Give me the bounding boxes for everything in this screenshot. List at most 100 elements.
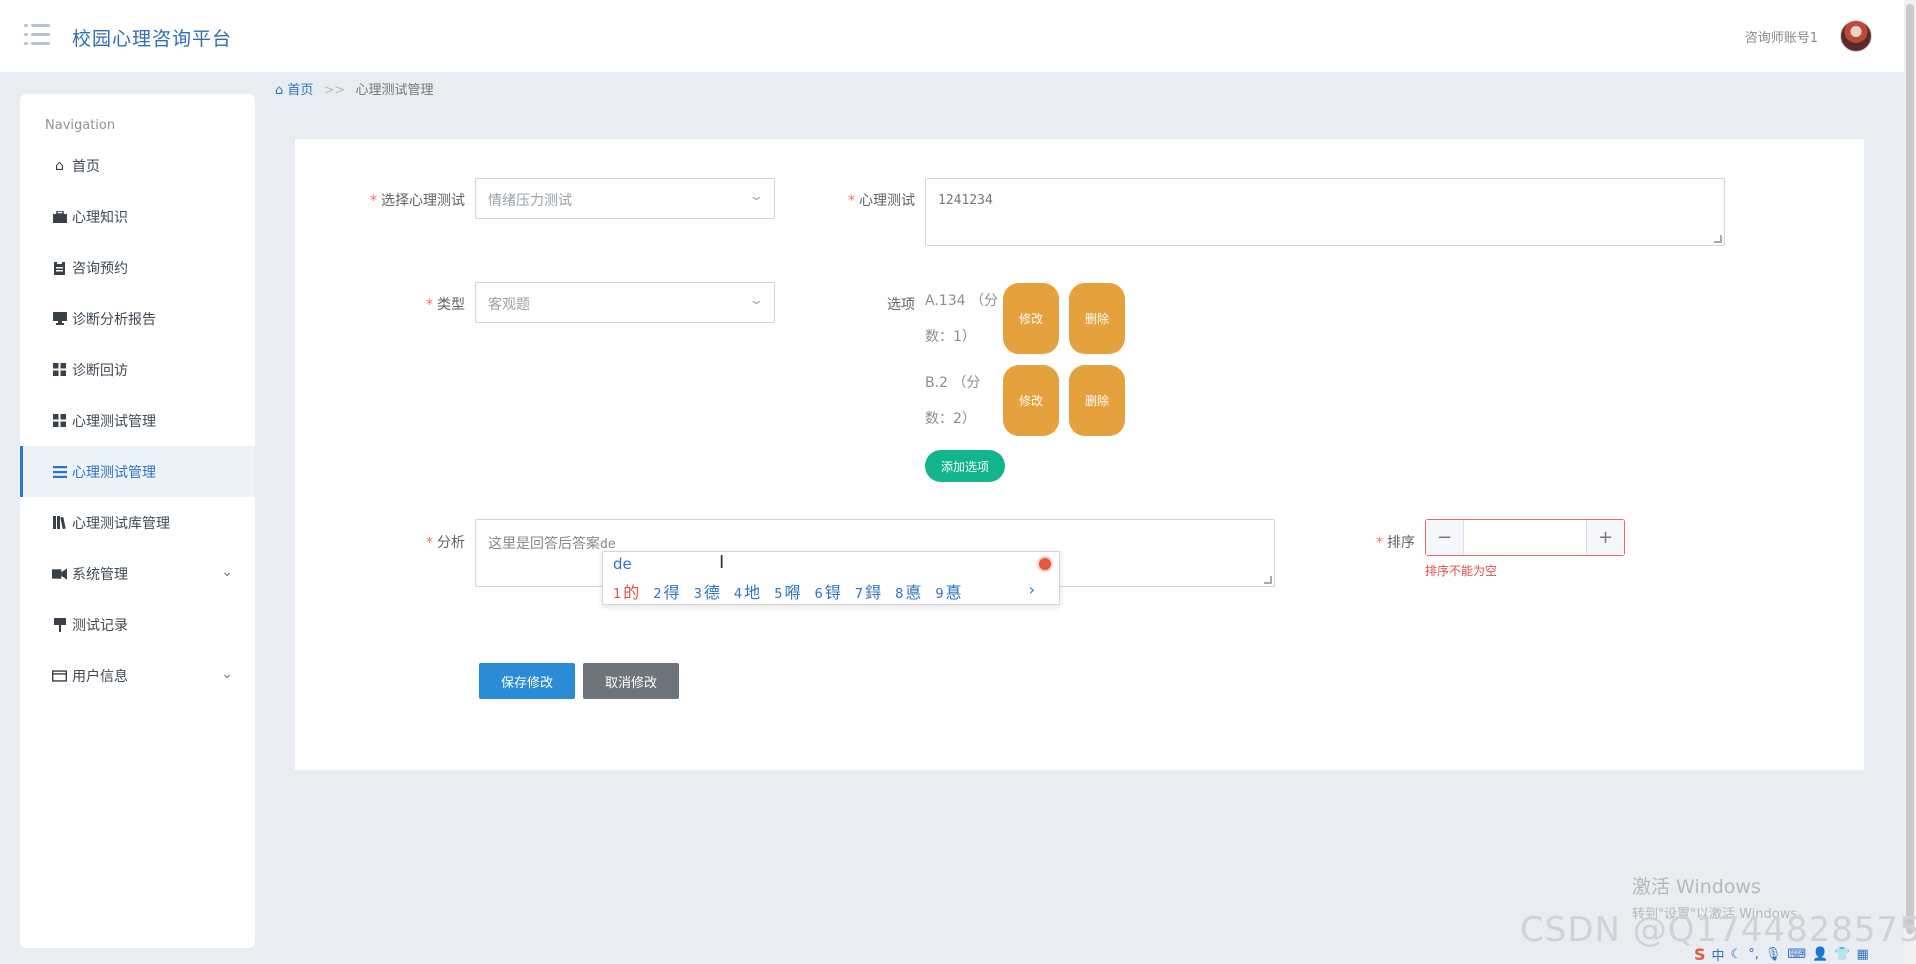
ime-candidate[interactable]: 2得 xyxy=(653,579,679,603)
sidebar-item-label: 心理测试管理 xyxy=(72,464,156,481)
chevron-down-icon: ⌄ xyxy=(748,189,765,204)
sidebar-item-label: 用户信息 xyxy=(72,668,128,685)
ime-composition: de xyxy=(613,555,632,573)
home-icon: ⌂ xyxy=(275,83,284,98)
briefcase-icon xyxy=(52,209,67,224)
ime-candidate-list: 1的 2得 3德 4地 5嘚 6锝 7鍀 8悳 9惪 xyxy=(613,579,962,603)
type-label: * 类型 xyxy=(426,297,465,313)
analysis-composing-text: de xyxy=(600,537,616,552)
ime-next-page-icon[interactable]: › xyxy=(1029,580,1035,599)
text-cursor-icon: I xyxy=(719,552,725,573)
edit-option-b-button[interactable]: 修改 xyxy=(1003,365,1059,436)
save-button[interactable]: 保存修改 xyxy=(479,663,575,699)
sogou-logo[interactable]: S xyxy=(1694,945,1706,964)
app-title: 校园心理咨询平台 xyxy=(72,28,233,50)
sidebar-item-report[interactable]: 诊断分析报告 xyxy=(20,293,255,344)
ime-candidate[interactable]: 6锝 xyxy=(814,579,840,603)
top-header: 校园心理咨询平台 咨询师账号1 xyxy=(0,0,1904,72)
chevron-down-icon: ⌄ xyxy=(221,564,233,580)
sidebar-item-label: 诊断分析报告 xyxy=(72,311,156,328)
add-option-button[interactable]: 添加选项 xyxy=(925,450,1005,482)
options-label: 选项 xyxy=(887,297,915,313)
resize-grip-icon[interactable] xyxy=(1264,576,1272,584)
ime-candidate[interactable]: 9惪 xyxy=(935,579,961,603)
delete-option-a-button[interactable]: 删除 xyxy=(1069,283,1125,354)
sidebar-item-user-info[interactable]: 用户信息 ⌄ xyxy=(20,650,255,701)
pin-icon xyxy=(52,617,67,632)
scrollbar-thumb[interactable] xyxy=(1906,4,1914,934)
decrement-button[interactable]: − xyxy=(1426,520,1464,555)
shirt-icon[interactable]: 👕 xyxy=(1834,947,1850,962)
sidebar-item-label: 系统管理 xyxy=(72,566,128,583)
delete-option-b-button[interactable]: 删除 xyxy=(1069,365,1125,436)
ime-candidate-popup: de 1的 2得 3德 4地 5嘚 6锝 7鍀 8悳 9惪 › xyxy=(602,551,1060,605)
sidebar-item-test-manage[interactable]: 心理测试管理 xyxy=(20,395,255,446)
analysis-label: * 分析 xyxy=(426,535,465,551)
sort-stepper[interactable]: − + xyxy=(1425,519,1625,556)
select-test-value: 情绪压力测试 xyxy=(488,193,572,209)
monitor-icon xyxy=(52,311,67,326)
breadcrumb-home[interactable]: ⌂ 首页 xyxy=(275,83,318,98)
home-icon: ⌂ xyxy=(55,157,64,174)
breadcrumb-current: 心理测试管理 xyxy=(355,83,434,98)
chevron-down-icon: ⌄ xyxy=(221,666,233,682)
type-dropdown[interactable]: 客观题 ⌄ xyxy=(475,282,775,323)
card-icon xyxy=(52,668,67,683)
sidebar-item-test-records[interactable]: 测试记录 xyxy=(20,599,255,650)
ime-language-toggle[interactable]: 中 xyxy=(1712,945,1725,964)
analysis-value: 这里是回答后答案 xyxy=(488,536,600,552)
sidebar-item-label: 咨询预约 xyxy=(72,260,128,277)
punctuation-icon[interactable]: °, xyxy=(1748,947,1759,962)
sidebar-item-followup[interactable]: 诊断回访 xyxy=(20,344,255,395)
menu-toggle-icon[interactable] xyxy=(24,24,50,46)
sidebar-item-test-question-manage[interactable]: 心理测试管理 xyxy=(20,446,255,497)
option-b-text: B.2 （分 数：2） xyxy=(925,375,981,427)
sort-input[interactable] xyxy=(1464,520,1586,555)
clipboard-icon xyxy=(52,260,67,275)
avatar[interactable] xyxy=(1840,20,1872,52)
ime-candidate[interactable]: 4地 xyxy=(734,579,760,603)
resize-grip-icon[interactable] xyxy=(1714,235,1722,243)
keyboard-icon[interactable]: ⌨ xyxy=(1787,947,1806,962)
edit-option-a-button[interactable]: 修改 xyxy=(1003,283,1059,354)
ime-candidate[interactable]: 8悳 xyxy=(895,579,921,603)
cancel-button[interactable]: 取消修改 xyxy=(583,663,679,699)
sidebar-item-label: 心理测试管理 xyxy=(72,413,156,430)
sidebar: Navigation ⌂ 首页 心理知识 咨询预约 诊断分析报告 诊断回访 心理… xyxy=(20,94,255,948)
sort-error-message: 排序不能为空 xyxy=(1425,564,1498,578)
sidebar-item-knowledge[interactable]: 心理知识 xyxy=(20,191,255,242)
sidebar-item-label: 心理知识 xyxy=(72,209,128,226)
library-icon xyxy=(52,515,67,530)
option-a-text: A.134 （分 数：1） xyxy=(925,293,998,345)
account-name[interactable]: 咨询师账号1 xyxy=(1745,27,1818,46)
ime-candidate[interactable]: 1的 xyxy=(613,579,639,603)
breadcrumb: ⌂ 首页 >> 心理测试管理 xyxy=(275,79,434,98)
question-textarea[interactable]: 1241234 xyxy=(925,178,1725,246)
nav-title: Navigation xyxy=(45,118,116,133)
type-value: 客观题 xyxy=(488,297,530,313)
sidebar-item-label: 测试记录 xyxy=(72,617,128,634)
ime-skin-icon[interactable] xyxy=(1037,556,1053,572)
select-test-dropdown[interactable]: 情绪压力测试 ⌄ xyxy=(475,178,775,219)
list-icon xyxy=(52,464,67,479)
microphone-icon[interactable]: 🎙 xyxy=(1765,947,1782,962)
ime-candidate[interactable]: 5嘚 xyxy=(774,579,800,603)
chevron-down-icon: ⌄ xyxy=(748,293,765,308)
question-label: * 心理测试 xyxy=(848,193,915,209)
sidebar-item-label: 诊断回访 xyxy=(72,362,128,379)
grid-icon[interactable]: ▦ xyxy=(1857,947,1869,962)
breadcrumb-separator: >> xyxy=(323,83,346,98)
moon-icon[interactable]: ☾ xyxy=(1731,947,1743,962)
ime-candidate[interactable]: 7鍀 xyxy=(855,579,881,603)
sidebar-item-appointment[interactable]: 咨询预约 xyxy=(20,242,255,293)
sidebar-item-home[interactable]: ⌂ 首页 xyxy=(20,140,255,191)
question-value: 1241234 xyxy=(938,193,993,208)
sidebar-item-system[interactable]: 系统管理 ⌄ xyxy=(20,548,255,599)
user-icon[interactable]: 👤 xyxy=(1812,947,1828,962)
grid-icon xyxy=(52,362,67,377)
sidebar-item-label: 心理测试库管理 xyxy=(72,515,170,532)
page-scrollbar[interactable] xyxy=(1904,0,1916,964)
ime-candidate[interactable]: 3德 xyxy=(694,579,720,603)
increment-button[interactable]: + xyxy=(1586,520,1624,555)
sidebar-item-test-library[interactable]: 心理测试库管理 xyxy=(20,497,255,548)
